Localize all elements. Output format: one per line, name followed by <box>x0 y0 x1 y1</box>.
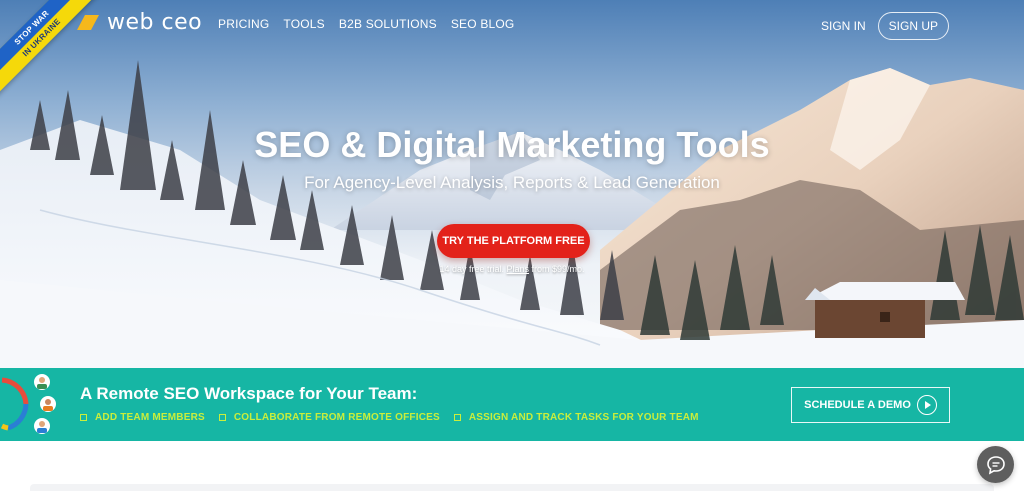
team-avatars-illustration <box>0 374 56 434</box>
feature-add-team-members: ADD TEAM MEMBERS <box>95 412 205 423</box>
feature-item: COLLABORATE FROM REMOTE OFFICES <box>218 412 440 423</box>
feature-collaborate: COLLABORATE FROM REMOTE OFFICES <box>233 412 440 423</box>
feature-list: ADD TEAM MEMBERS COLLABORATE FROM REMOTE… <box>80 412 713 423</box>
hero-subtitle: For Agency-Level Analysis, Reports & Lea… <box>304 173 720 192</box>
feature-assign-tasks: ASSIGN AND TRACK TASKS FOR YOUR TEAM <box>468 412 699 423</box>
square-bullet-icon <box>218 414 226 421</box>
sign-up-button[interactable]: SIGN UP <box>877 12 949 40</box>
schedule-demo-button[interactable]: SCHEDULE A DEMO <box>791 387 950 423</box>
content-card-edge <box>30 484 994 491</box>
banner-title: A Remote SEO Workspace for Your Team: <box>80 384 418 403</box>
nav-links: PRICING TOOLS B2B SOLUTIONS SEO BLOG <box>218 17 528 31</box>
hero-title: SEO & Digital Marketing Tools <box>254 124 770 165</box>
chat-bubble-icon <box>986 455 1005 474</box>
auth-links: SIGN IN SIGN UP <box>821 12 949 40</box>
try-platform-free-button[interactable]: TRY THE PLATFORM FREE <box>437 224 590 258</box>
trial-prefix: 14 day free trial. <box>439 264 504 274</box>
nav-link-pricing[interactable]: PRICING <box>218 17 269 31</box>
sign-in-link[interactable]: SIGN IN <box>821 19 866 33</box>
logo-mark-icon <box>78 15 100 30</box>
schedule-demo-label: SCHEDULE A DEMO <box>804 399 911 411</box>
plans-link[interactable]: Plans <box>507 264 530 274</box>
trial-suffix: from $99/mo. <box>531 264 585 274</box>
play-icon <box>916 395 937 415</box>
square-bullet-icon <box>453 414 461 421</box>
nav-link-seo-blog[interactable]: SEO BLOG <box>451 17 515 31</box>
feature-item: ADD TEAM MEMBERS <box>80 412 205 423</box>
nav-link-b2b-solutions[interactable]: B2B SOLUTIONS <box>339 17 437 31</box>
hero-section: STOP WAR IN UKRAINE web ceo PRICING TOOL… <box>0 0 1024 368</box>
square-bullet-icon <box>80 414 87 421</box>
nav-link-tools[interactable]: TOOLS <box>283 17 324 31</box>
trial-note: 14 day free trial. Plans from $99/mo. <box>0 264 1024 274</box>
logo-text: web ceo <box>107 10 203 35</box>
chat-widget-button[interactable] <box>977 446 1014 483</box>
webceo-logo[interactable]: web ceo <box>78 10 202 35</box>
top-navigation: web ceo PRICING TOOLS B2B SOLUTIONS SEO … <box>0 0 1024 48</box>
feature-item: ASSIGN AND TRACK TASKS FOR YOUR TEAM <box>453 412 699 423</box>
remote-workspace-banner: A Remote SEO Workspace for Your Team: AD… <box>0 368 1024 441</box>
